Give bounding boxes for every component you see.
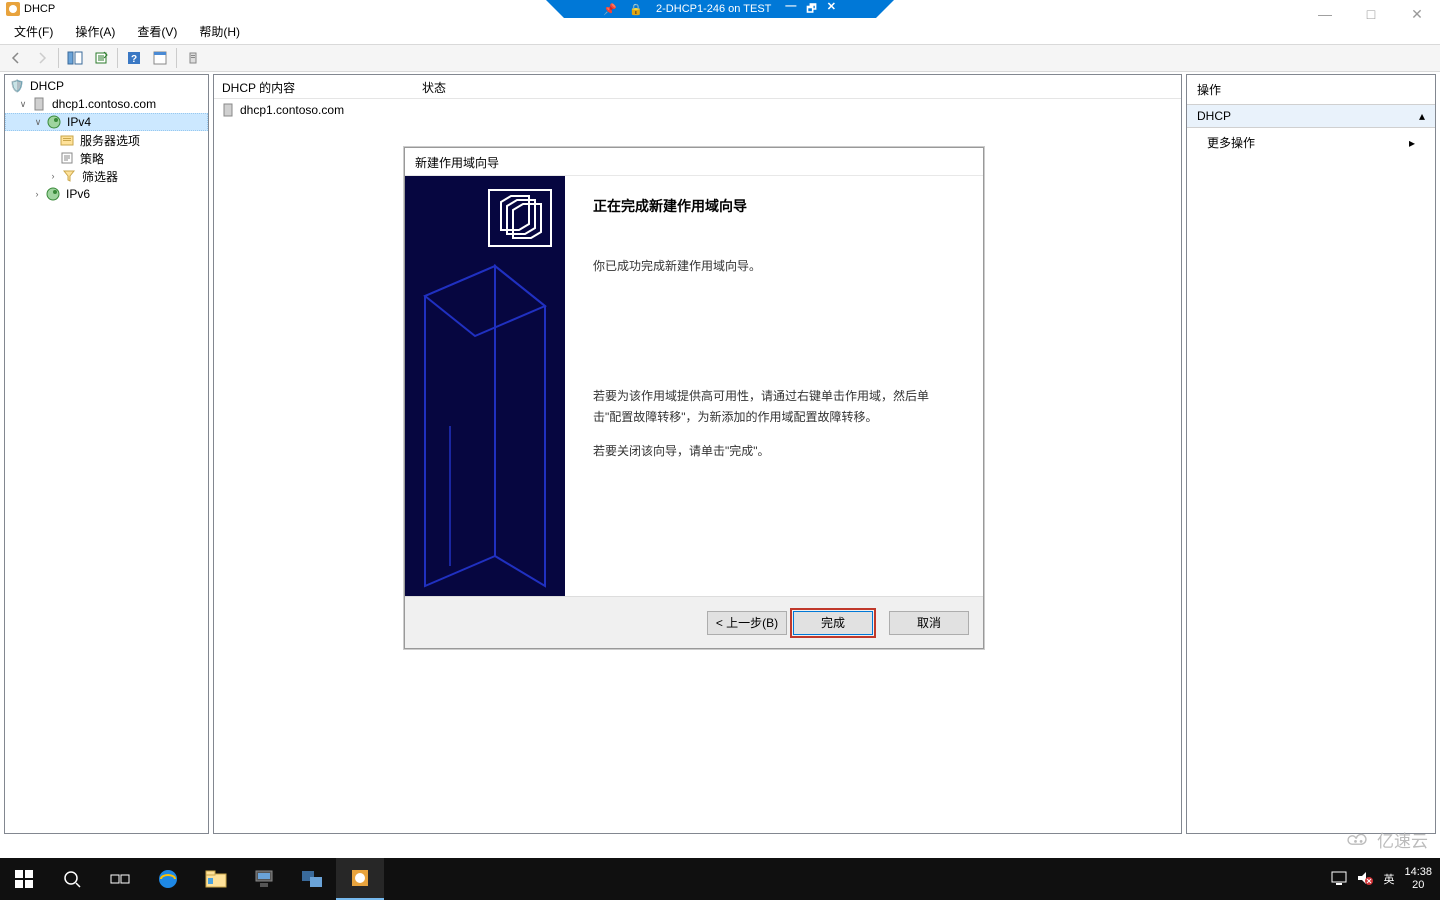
help-button[interactable]: ?	[122, 47, 146, 69]
vm-title: 2-DHCP1-246 on TEST	[656, 3, 771, 15]
wizard-body: 正在完成新建作用域向导 你已成功完成新建作用域向导。 若要为该作用域提供高可用性…	[405, 176, 983, 596]
expand-toggle-icon[interactable]: ∨	[32, 117, 44, 128]
ipv6-icon	[45, 187, 61, 201]
main-area: 🛡️ DHCP ∨ dhcp1.contoso.com ∨ IPv4 服务器选项…	[4, 74, 1436, 834]
filters-icon	[61, 169, 77, 183]
system-tray: 英 14:38 20	[1323, 858, 1440, 900]
vm-window-controls: — 🗗 ✕	[785, 0, 836, 19]
hyperv-button[interactable]	[288, 858, 336, 900]
wizard-art	[405, 176, 565, 596]
vm-titlebar: 📌 🔒 2-DHCP1-246 on TEST — 🗗 ✕	[0, 0, 1440, 18]
menu-file[interactable]: 文件(F)	[10, 21, 57, 42]
dhcp-server-button[interactable]	[181, 47, 205, 69]
tree-node-filters[interactable]: › 筛选器	[5, 167, 208, 185]
tree-root: 🛡️ DHCP ∨ dhcp1.contoso.com ∨ IPv4 服务器选项…	[5, 75, 208, 205]
tree-node-server-options[interactable]: 服务器选项	[5, 131, 208, 149]
options-icon	[59, 133, 75, 147]
toolbar-separator	[58, 48, 59, 68]
tray-ime[interactable]: 英	[1383, 871, 1394, 887]
properties-button[interactable]	[148, 47, 172, 69]
menu-action[interactable]: 操作(A)	[71, 21, 119, 42]
ipv4-icon	[46, 115, 62, 129]
search-button[interactable]	[48, 858, 96, 900]
clock-year: 20	[1404, 879, 1432, 892]
new-scope-wizard-dialog: 新建作用域向导	[404, 147, 984, 649]
cancel-button[interactable]: 取消	[889, 611, 969, 635]
taskbar: 英 14:38 20	[0, 858, 1440, 900]
tree-node-ipv4[interactable]: ∨ IPv4	[5, 113, 208, 131]
ie-button[interactable]	[144, 858, 192, 900]
toolbar-separator	[176, 48, 177, 68]
tree-node-dhcp[interactable]: 🛡️ DHCP	[5, 77, 208, 95]
tray-clock[interactable]: 14:38 20	[1404, 866, 1432, 892]
tree-node-server[interactable]: ∨ dhcp1.contoso.com	[5, 95, 208, 113]
menu-view[interactable]: 查看(V)	[133, 21, 181, 42]
vm-restore-button[interactable]: 🗗	[806, 0, 816, 19]
server-manager-button[interactable]	[240, 858, 288, 900]
menubar: 文件(F) 操作(A) 查看(V) 帮助(H)	[0, 20, 1440, 42]
content-panel: DHCP 的内容 状态 dhcp1.contoso.com 新建作用域向导	[213, 74, 1182, 834]
vm-trapezoid: 📌 🔒 2-DHCP1-246 on TEST — 🗗 ✕	[564, 0, 876, 18]
list-item[interactable]: dhcp1.contoso.com	[216, 101, 1179, 119]
actions-title: 操作	[1187, 75, 1435, 104]
tray-network-icon[interactable]	[1331, 871, 1347, 888]
back-button[interactable]: < 上一步(B)	[707, 611, 787, 635]
finish-button[interactable]: 完成	[793, 611, 873, 635]
explorer-button[interactable]	[192, 858, 240, 900]
wizard-line3: 若要关闭该向导，请单击"完成"。	[593, 441, 955, 461]
mmc-title: DHCP	[24, 3, 55, 15]
vm-close-button[interactable]: ✕	[827, 0, 836, 19]
tree-node-policies[interactable]: 策略	[5, 149, 208, 167]
nav-forward-button[interactable]	[30, 47, 54, 69]
wizard-title: 新建作用域向导	[405, 148, 983, 176]
dhcp-button[interactable]	[336, 858, 384, 900]
actions-panel: 操作 DHCP ▴ 更多操作 ▸	[1186, 74, 1436, 834]
expand-toggle-icon[interactable]: ∨	[17, 99, 29, 110]
wizard-text: 正在完成新建作用域向导 你已成功完成新建作用域向导。 若要为该作用域提供高可用性…	[565, 176, 983, 596]
dhcp-icon: 🛡️	[9, 79, 25, 93]
expand-toggle-icon[interactable]: ›	[47, 171, 59, 181]
menu-help[interactable]: 帮助(H)	[195, 21, 244, 42]
actions-section-label: DHCP	[1197, 109, 1231, 123]
tree-panel: 🛡️ DHCP ∨ dhcp1.contoso.com ∨ IPv4 服务器选项…	[4, 74, 209, 834]
task-view-button[interactable]	[96, 858, 144, 900]
tray-volume-icon[interactable]	[1357, 871, 1373, 888]
expand-toggle-icon[interactable]: ›	[31, 189, 43, 199]
toolbar-separator	[117, 48, 118, 68]
server-icon	[31, 97, 47, 111]
wizard-buttons: < 上一步(B) 完成 取消	[405, 596, 983, 648]
column-name[interactable]: DHCP 的内容	[214, 75, 414, 98]
collapse-icon[interactable]: ▴	[1419, 109, 1425, 123]
wizard-line1: 你已成功完成新建作用域向导。	[593, 256, 955, 276]
server-icon	[220, 103, 236, 117]
wizard-line2: 若要为该作用域提供高可用性，请通过右键单击作用域，然后单击"配置故障转移"，为新…	[593, 386, 955, 427]
toolbar: ?	[0, 44, 1440, 72]
mmc-titlebar: DHCP	[6, 0, 55, 18]
tree-node-ipv6[interactable]: › IPv6	[5, 185, 208, 203]
chevron-right-icon: ▸	[1409, 136, 1415, 150]
lock-icon[interactable]: 🔒	[630, 3, 642, 15]
nav-back-button[interactable]	[4, 47, 28, 69]
vm-minimize-button[interactable]: —	[785, 0, 796, 19]
show-hide-tree-button[interactable]	[63, 47, 87, 69]
actions-more-label: 更多操作	[1207, 134, 1255, 151]
pin-icon[interactable]: 📌	[604, 3, 616, 15]
list-item-label: dhcp1.contoso.com	[240, 103, 344, 117]
export-list-button[interactable]	[89, 47, 113, 69]
actions-section-header[interactable]: DHCP ▴	[1187, 104, 1435, 128]
content-body: dhcp1.contoso.com	[214, 99, 1181, 121]
wizard-heading: 正在完成新建作用域向导	[593, 196, 955, 216]
svg-text:?: ?	[131, 54, 137, 65]
policies-icon	[59, 151, 75, 165]
column-state[interactable]: 状态	[414, 75, 454, 98]
content-header: DHCP 的内容 状态	[214, 75, 1181, 99]
start-button[interactable]	[0, 858, 48, 900]
clock-time: 14:38	[1404, 866, 1432, 879]
dhcp-icon	[6, 2, 20, 16]
actions-more[interactable]: 更多操作 ▸	[1187, 128, 1435, 157]
